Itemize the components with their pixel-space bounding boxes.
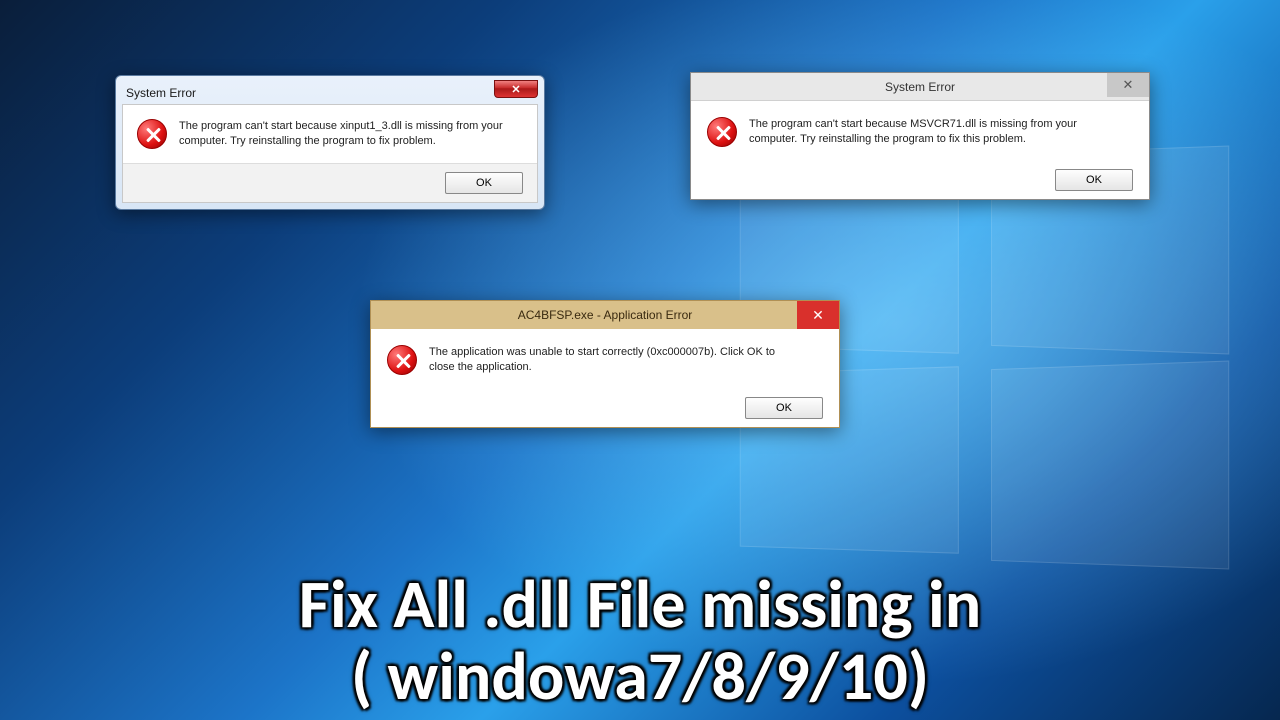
dialog-message: The application was unable to start corr… [429, 345, 799, 375]
error-dialog-ac4bfsp: AC4BFSP.exe - Application Error ✕ The ap… [370, 300, 840, 428]
dialog-title: System Error [126, 86, 196, 100]
dialog-title: System Error [691, 80, 1149, 94]
close-button[interactable]: ✕ [494, 80, 538, 98]
close-button[interactable]: ✕ [1107, 73, 1149, 97]
dialog-title: AC4BFSP.exe - Application Error [371, 308, 839, 322]
titlebar[interactable]: System Error ✕ [691, 73, 1149, 101]
dialog-body: The application was unable to start corr… [371, 329, 839, 427]
dialog-message: The program can't start because MSVCR71.… [749, 117, 1109, 147]
error-icon [137, 119, 167, 149]
ok-button[interactable]: OK [1055, 169, 1133, 191]
dialog-body: The program can't start because MSVCR71.… [691, 101, 1149, 199]
dialog-body: The program can't start because xinput1_… [122, 104, 538, 203]
dialog-message: The program can't start because xinput1_… [179, 119, 509, 149]
close-icon: ✕ [1123, 77, 1134, 93]
close-button[interactable]: ✕ [797, 301, 839, 329]
close-icon: ✕ [812, 307, 824, 324]
error-icon [707, 117, 737, 147]
error-icon [387, 345, 417, 375]
desktop-background: System Error ✕ The program can't start b… [0, 0, 1280, 720]
error-dialog-xinput: System Error ✕ The program can't start b… [115, 75, 545, 210]
headline-line1: Fix All .dll File missing in [0, 569, 1280, 640]
titlebar[interactable]: System Error ✕ [122, 82, 538, 104]
error-dialog-msvcr71: System Error ✕ The program can't start b… [690, 72, 1150, 200]
headline-line2: ( windowa7/8/9/10) [0, 641, 1280, 712]
titlebar[interactable]: AC4BFSP.exe - Application Error ✕ [371, 301, 839, 329]
ok-button[interactable]: OK [445, 172, 523, 194]
thumbnail-headline: Fix All .dll File missing in ( windowa7/… [0, 569, 1280, 712]
ok-button[interactable]: OK [745, 397, 823, 419]
close-icon: ✕ [511, 83, 520, 96]
